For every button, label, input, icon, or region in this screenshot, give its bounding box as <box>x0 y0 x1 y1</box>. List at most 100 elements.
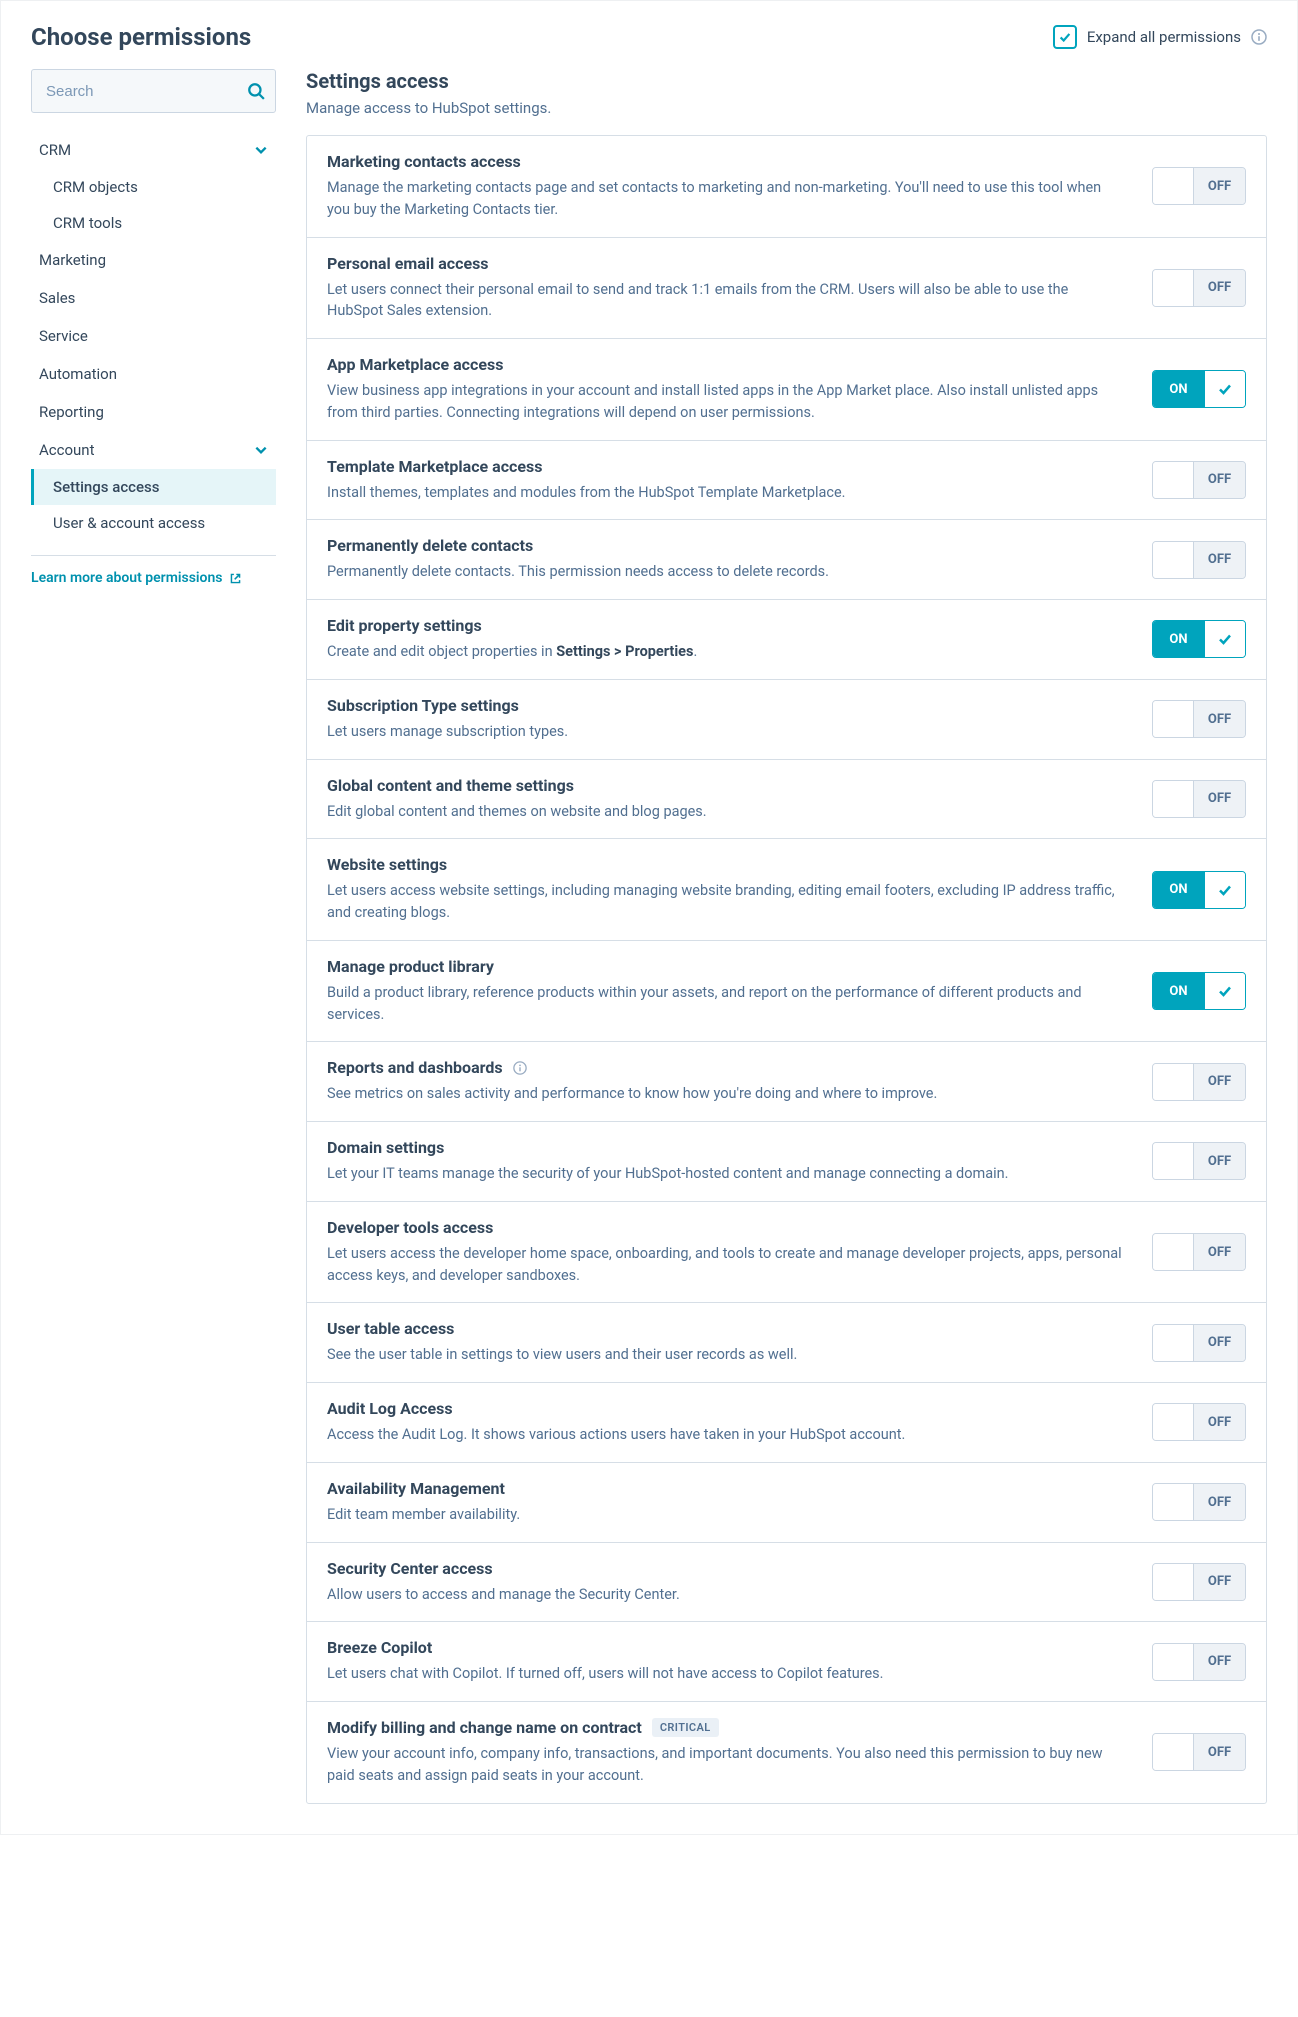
permission-row: Marketing contacts accessManage the mark… <box>307 136 1266 238</box>
permission-row: Developer tools access Let users access t… <box>307 1202 1266 1304</box>
permission-description: Let users access the developer home spac… <box>327 1243 1122 1287</box>
permission-text: Reports and dashboardsSee metrics on sal… <box>327 1058 1122 1105</box>
toggle-label: OFF <box>1193 1234 1245 1270</box>
permission-description: Let users access website settings, inclu… <box>327 880 1122 924</box>
permission-title-text: Developer tools access <box>327 1218 493 1237</box>
sidebar-item-marketing[interactable]: Marketing <box>31 241 276 279</box>
permission-text: Developer tools access Let users access t… <box>327 1218 1122 1287</box>
toggle-label: OFF <box>1193 1564 1245 1600</box>
permission-row: Breeze Copilot Let users chat with Copilo… <box>307 1622 1266 1702</box>
permission-row: Availability ManagementEdit team member … <box>307 1463 1266 1543</box>
search-field[interactable] <box>31 69 276 113</box>
permission-text: Breeze Copilot Let users chat with Copilo… <box>327 1638 1122 1685</box>
permission-toggle[interactable]: OFF <box>1152 1483 1246 1521</box>
permission-description: Edit global content and themes on websit… <box>327 801 1122 823</box>
permission-toggle[interactable]: OFF <box>1152 269 1246 307</box>
permission-text: Template Marketplace accessInstall theme… <box>327 457 1122 504</box>
permission-title-text: Modify billing and change name on contra… <box>327 1718 642 1737</box>
divider <box>31 555 276 556</box>
permission-toggle[interactable]: ON <box>1152 620 1246 658</box>
info-icon[interactable] <box>1251 29 1267 45</box>
permission-toggle[interactable]: OFF <box>1152 541 1246 579</box>
permission-toggle[interactable]: OFF <box>1152 1403 1246 1441</box>
toggle-label: OFF <box>1193 1143 1245 1179</box>
toggle-label: OFF <box>1193 781 1245 817</box>
sidebar-item-reporting[interactable]: Reporting <box>31 393 276 431</box>
permission-toggle[interactable]: OFF <box>1152 1324 1246 1362</box>
section-description: Manage access to HubSpot settings. <box>306 99 1267 117</box>
search-icon <box>247 82 265 100</box>
permission-toggle[interactable]: OFF <box>1152 780 1246 818</box>
sidebar-item-label: Account <box>39 441 95 459</box>
permission-title-text: Edit property settings <box>327 616 482 635</box>
permission-row: Domain settingsLet your IT teams manage … <box>307 1122 1266 1202</box>
permission-toggle[interactable]: OFF <box>1152 167 1246 205</box>
permission-toggle[interactable]: ON <box>1152 972 1246 1010</box>
permission-description: Install themes, templates and modules fr… <box>327 482 1122 504</box>
toggle-label: OFF <box>1193 462 1245 498</box>
sidebar-item-automation[interactable]: Automation <box>31 355 276 393</box>
permission-description: Permanently delete contacts. This permis… <box>327 561 1122 583</box>
toggle-blank <box>1153 1404 1193 1440</box>
sidebar-item-account[interactable]: Account <box>31 431 276 469</box>
permission-text: Personal email accessLet users connect t… <box>327 254 1122 323</box>
toggle-blank <box>1153 1734 1193 1770</box>
permission-title-text: Permanently delete contacts <box>327 536 533 555</box>
permission-toggle[interactable]: OFF <box>1152 1142 1246 1180</box>
permission-toggle[interactable]: OFF <box>1152 1233 1246 1271</box>
permission-description: Let users connect their personal email t… <box>327 279 1122 323</box>
permission-row: Edit property settings Create and edit ob… <box>307 600 1266 680</box>
permission-row: Audit Log Access Access the Audit Log. It… <box>307 1383 1266 1463</box>
permission-description: Let users chat with Copilot. If turned o… <box>327 1663 1122 1685</box>
sidebar-nav: CRM CRM objectsCRM toolsMarketing Sales Ser… <box>31 131 276 541</box>
permission-toggle[interactable]: OFF <box>1152 1643 1246 1681</box>
permission-title: Global content and theme settings <box>327 776 1122 795</box>
permission-toggle[interactable]: OFF <box>1152 1563 1246 1601</box>
sidebar-item-label: Sales <box>39 289 75 307</box>
permission-toggle[interactable]: ON <box>1152 871 1246 909</box>
toggle-blank <box>1153 1143 1193 1179</box>
permission-title: Audit Log Access <box>327 1399 1122 1418</box>
sidebar-subitem-crm-objects[interactable]: CRM objects <box>31 169 276 205</box>
sidebar-item-service[interactable]: Service <box>31 317 276 355</box>
permission-text: Domain settingsLet your IT teams manage … <box>327 1138 1122 1185</box>
sidebar-item-crm[interactable]: CRM <box>31 131 276 169</box>
toggle-blank <box>1153 1325 1193 1361</box>
sidebar-item-sales[interactable]: Sales <box>31 279 276 317</box>
toggle-label: OFF <box>1193 1484 1245 1520</box>
permission-title: Edit property settings <box>327 616 1122 635</box>
permission-toggle[interactable]: OFF <box>1152 1063 1246 1101</box>
sidebar-item-label: Automation <box>39 365 117 383</box>
permission-toggle[interactable]: OFF <box>1152 461 1246 499</box>
permission-text: Security Center accessAllow users to acc… <box>327 1559 1122 1606</box>
permission-row: Manage product libraryBuild a product li… <box>307 941 1266 1043</box>
permission-description: Manage the marketing contacts page and s… <box>327 177 1122 221</box>
permission-title: App Marketplace access <box>327 355 1122 374</box>
permission-description: Access the Audit Log. It shows various a… <box>327 1424 1122 1446</box>
sidebar-subitem-settings-access[interactable]: Settings access <box>31 469 276 505</box>
permission-title: Website settings <box>327 855 1122 874</box>
info-icon[interactable] <box>513 1061 527 1075</box>
search-input[interactable] <box>44 82 247 101</box>
permission-row: Reports and dashboardsSee metrics on sal… <box>307 1042 1266 1122</box>
permission-toggle[interactable]: OFF <box>1152 1733 1246 1771</box>
permission-row: Global content and theme settings Edit gl… <box>307 760 1266 840</box>
sidebar-item-label: Service <box>39 327 88 345</box>
permission-title: Breeze Copilot <box>327 1638 1122 1657</box>
sidebar-item-label: CRM <box>39 141 71 159</box>
permissions-panel: Choose permissions Expand all permission… <box>0 0 1298 1835</box>
permission-description: Allow users to access and manage the Sec… <box>327 1584 1122 1606</box>
permission-title: Permanently delete contacts <box>327 536 1122 555</box>
toggle-blank <box>1153 168 1193 204</box>
learn-more-link[interactable]: Learn more about permissions <box>31 570 276 586</box>
permission-row: Template Marketplace accessInstall theme… <box>307 441 1266 521</box>
permission-description: Create and edit object properties in Set… <box>327 641 1122 663</box>
permission-toggle[interactable]: OFF <box>1152 700 1246 738</box>
sidebar-subitem-user-account-access[interactable]: User & account access <box>31 505 276 541</box>
toggle-blank <box>1153 1484 1193 1520</box>
toggle-blank <box>1153 1234 1193 1270</box>
permission-text: App Marketplace accessView business app … <box>327 355 1122 424</box>
expand-all-checkbox[interactable] <box>1053 25 1077 49</box>
sidebar-subitem-crm-tools[interactable]: CRM tools <box>31 205 276 241</box>
permission-toggle[interactable]: ON <box>1152 370 1246 408</box>
